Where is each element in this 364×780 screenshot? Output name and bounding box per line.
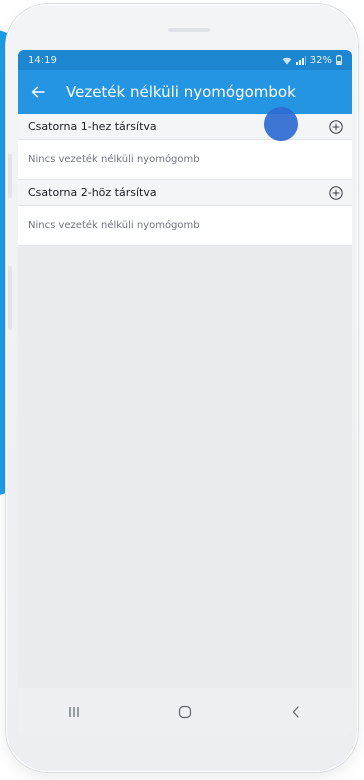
home-button[interactable]	[165, 692, 205, 732]
phone-frame: 14:19 32% Vezeték nélküli nyomógombok Cs…	[6, 4, 358, 772]
section-label: Csatorna 2-höz társítva	[28, 186, 157, 199]
section-header-channel-1: Csatorna 1-hez társítva	[18, 107, 352, 141]
home-icon	[178, 705, 192, 719]
back-button[interactable]	[18, 70, 58, 114]
wifi-icon	[282, 57, 292, 64]
status-bar: 14:19 32%	[18, 50, 352, 70]
signal-icon	[295, 55, 306, 65]
phone-screen: 14:19 32% Vezeték nélküli nyomógombok Cs…	[18, 50, 352, 736]
back-icon	[293, 706, 299, 718]
empty-state-channel-2: Nincs vezeték nélküli nyomógomb	[18, 206, 352, 246]
system-back-button[interactable]	[276, 692, 316, 732]
plus-circle-icon	[329, 185, 343, 200]
app-bar: Vezeték nélküli nyomógombok	[18, 70, 352, 114]
page-title: Vezeték nélküli nyomógombok	[66, 83, 296, 101]
empty-state-channel-1: Nincs vezeték nélküli nyomógomb	[18, 140, 352, 180]
recent-apps-icon	[69, 707, 79, 717]
stage: 14:19 32% Vezeték nélküli nyomógombok Cs…	[0, 0, 364, 780]
section-label: Csatorna 1-hez társítva	[28, 120, 157, 133]
add-button-channel-1[interactable]	[328, 119, 344, 135]
status-icons: 32%	[282, 55, 342, 66]
arrow-left-icon	[31, 86, 45, 98]
touch-indicator	[264, 107, 298, 141]
speaker-grille	[168, 28, 210, 32]
volume-button	[8, 154, 12, 198]
add-button-channel-2[interactable]	[328, 185, 344, 201]
system-nav-bar	[18, 688, 352, 736]
recent-apps-button[interactable]	[54, 692, 94, 732]
section-header-channel-2: Csatorna 2-höz társítva	[18, 180, 352, 206]
plus-circle-icon	[329, 119, 343, 134]
status-time: 14:19	[28, 54, 57, 66]
battery-percent: 32%	[309, 54, 332, 66]
bixby-button	[8, 266, 12, 330]
battery-icon	[336, 55, 342, 65]
